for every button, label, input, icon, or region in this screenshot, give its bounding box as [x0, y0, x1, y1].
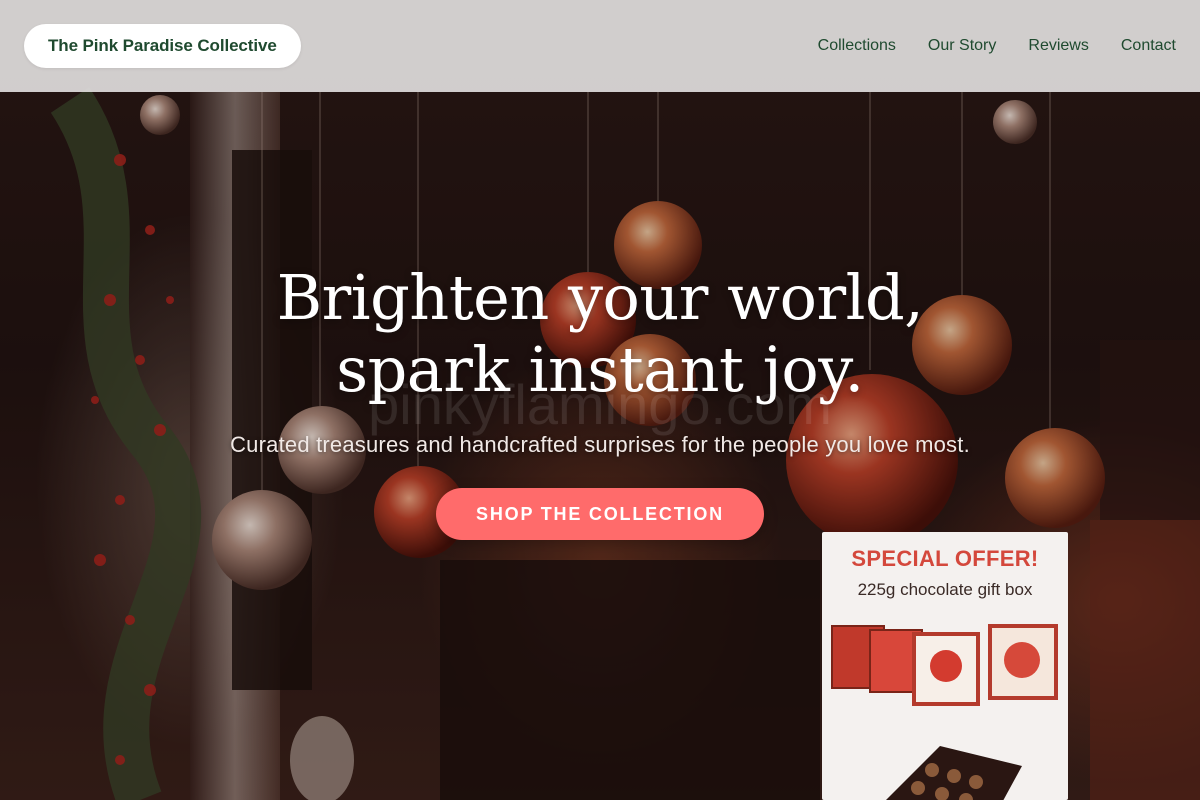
nav-link-contact[interactable]: Contact	[1121, 37, 1176, 55]
nav-link-our-story[interactable]: Our Story	[928, 37, 996, 55]
sign-subtitle: 225g chocolate gift box	[857, 580, 1033, 599]
brand-name: The Pink Paradise Collective	[48, 36, 277, 55]
shop-collection-button[interactable]: SHOP THE COLLECTION	[436, 488, 764, 540]
hero-title: Brighten your world, spark instant joy.	[0, 262, 1200, 406]
hero-section: Brighten your world, spark instant joy. …	[0, 262, 1200, 540]
special-offer-sign: SPECIAL OFFER! 225g chocolate gift box	[822, 532, 1068, 800]
hero-title-line-1: Brighten your world,	[276, 261, 924, 334]
main-nav: Collections Our Story Reviews Contact	[818, 0, 1176, 92]
nav-link-reviews[interactable]: Reviews	[1028, 37, 1088, 55]
site-header: The Pink Paradise Collective Collections…	[0, 0, 1200, 92]
brand-logo-link[interactable]: The Pink Paradise Collective	[24, 24, 301, 68]
hero-subtitle: Curated treasures and handcrafted surpri…	[230, 432, 970, 457]
sign-title: SPECIAL OFFER!	[851, 546, 1039, 571]
nav-link-collections[interactable]: Collections	[818, 37, 896, 55]
gift-box-illustration	[831, 624, 1058, 800]
hero-title-line-2: spark instant joy.	[336, 333, 864, 406]
